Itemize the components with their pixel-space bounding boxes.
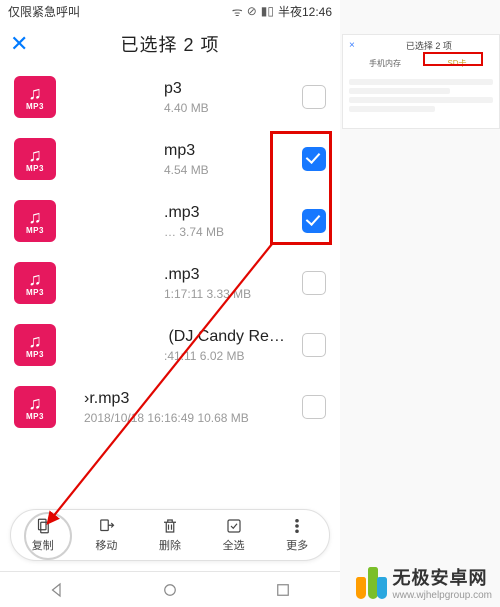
select-all-label: 全选 bbox=[223, 537, 245, 553]
status-time: 半夜12:46 bbox=[278, 3, 332, 20]
copy-label: 复制 bbox=[32, 537, 54, 553]
mp3-file-icon: ♫MP3 bbox=[14, 200, 56, 242]
file-name: ›r.mp3 bbox=[84, 390, 294, 408]
nav-home-icon[interactable] bbox=[161, 581, 179, 599]
file-checkbox[interactable] bbox=[302, 333, 326, 357]
file-row[interactable]: ♫MP3 ‌.mp3 … 3.74 MB bbox=[0, 190, 340, 252]
delete-label: 删除 bbox=[159, 537, 181, 553]
move-label: 移动 bbox=[95, 537, 117, 553]
file-meta: 4.54 MB bbox=[164, 163, 294, 177]
thumb-title: 已选择 2 项 bbox=[365, 39, 493, 52]
file-checkbox[interactable] bbox=[302, 85, 326, 109]
header-bar: ✕ 已选择 2 项 bbox=[0, 22, 340, 66]
file-meta: :41:11 6.02 MB bbox=[164, 349, 294, 363]
mp3-file-icon: ♫MP3 bbox=[14, 138, 56, 180]
select-all-icon bbox=[225, 517, 243, 535]
watermark-cn: 无极安卓网 bbox=[393, 564, 493, 590]
delete-icon bbox=[161, 517, 179, 535]
battery-icon: ▮▯ bbox=[261, 4, 274, 18]
watermark-logo-icon bbox=[356, 567, 387, 599]
watermark: 无极安卓网 www.wjhelpgroup.com bbox=[356, 564, 493, 601]
delete-button[interactable]: 删除 bbox=[138, 510, 202, 560]
file-checkbox[interactable] bbox=[302, 271, 326, 295]
file-row[interactable]: ♫MP3 ‌.mp3 1:17:11 3.33 MB bbox=[0, 252, 340, 314]
file-list: ♫MP3 p3 4.40 MB ♫MP3 mp3 4.54 MB ♫MP3 ‌.mp3 … 3.… bbox=[0, 66, 340, 438]
phone-frame: 仅限紧急呼叫 ᯤ ⊘ ▮▯ 半夜12:46 ✕ 已选择 2 项 ♫MP3 p3 4.… bbox=[0, 0, 340, 607]
copy-icon bbox=[34, 517, 52, 535]
file-row[interactable]: ♫MP3 ‌ (DJ Candy Remix).m… :41:11 6.02 MB bbox=[0, 314, 340, 376]
thumb-tab-phone: 手机内存 bbox=[349, 56, 421, 71]
mp3-file-icon: ♫MP3 bbox=[14, 262, 56, 304]
file-meta: 4.40 MB bbox=[164, 101, 294, 115]
file-checkbox[interactable] bbox=[302, 147, 326, 171]
close-button[interactable]: ✕ bbox=[10, 31, 40, 57]
mp3-file-icon: ♫MP3 bbox=[14, 324, 56, 366]
file-row[interactable]: ♫MP3 p3 4.40 MB bbox=[0, 66, 340, 128]
file-name: p3 bbox=[164, 80, 294, 98]
watermark-en: www.wjhelpgroup.com bbox=[393, 590, 493, 601]
copy-button[interactable]: 复制 bbox=[11, 510, 75, 560]
file-name: ‌.mp3 bbox=[164, 204, 294, 222]
status-bar: 仅限紧急呼叫 ᯤ ⊘ ▮▯ 半夜12:46 bbox=[0, 0, 340, 22]
thumb-close-icon: × bbox=[349, 40, 355, 51]
action-bar: 复制 移动 删除 全选 更多 bbox=[10, 509, 330, 561]
page-title: 已选择 2 项 bbox=[40, 31, 300, 57]
file-row[interactable]: ♫MP3 mp3 4.54 MB bbox=[0, 128, 340, 190]
thumbnail-preview: × 已选择 2 项 手机内存 SD卡 › bbox=[342, 34, 500, 129]
file-meta: … 3.74 MB bbox=[164, 225, 294, 239]
file-meta: 2018/10/18 16:16:49 10.68 MB bbox=[84, 411, 294, 425]
file-meta: 1:17:11 3.33 MB bbox=[164, 287, 294, 301]
file-checkbox[interactable] bbox=[302, 209, 326, 233]
status-left-text: 仅限紧急呼叫 bbox=[8, 3, 80, 20]
file-checkbox[interactable] bbox=[302, 395, 326, 419]
mp3-file-icon: ♫MP3 bbox=[14, 76, 56, 118]
file-row[interactable]: ♫MP3 ›r.mp3 2018/10/18 16:16:49 10.68 MB bbox=[0, 376, 340, 438]
file-name: ‌.mp3 bbox=[164, 266, 294, 284]
do-not-disturb-icon: ⊘ bbox=[247, 4, 257, 18]
mp3-file-icon: ♫MP3 bbox=[14, 386, 56, 428]
file-name: mp3 bbox=[164, 142, 294, 160]
wifi-icon: ᯤ bbox=[232, 3, 243, 20]
move-button[interactable]: 移动 bbox=[75, 510, 139, 560]
file-name: ‌ (DJ Candy Remix).m… bbox=[164, 328, 294, 346]
more-button[interactable]: 更多 bbox=[265, 510, 329, 560]
nav-back-icon[interactable] bbox=[48, 581, 66, 599]
select-all-button[interactable]: 全选 bbox=[202, 510, 266, 560]
thumb-annotation-highlight bbox=[423, 52, 483, 66]
more-label: 更多 bbox=[286, 537, 308, 553]
android-navbar bbox=[0, 571, 340, 607]
move-icon bbox=[97, 517, 115, 535]
nav-recent-icon[interactable] bbox=[274, 581, 292, 599]
more-icon bbox=[288, 517, 306, 535]
